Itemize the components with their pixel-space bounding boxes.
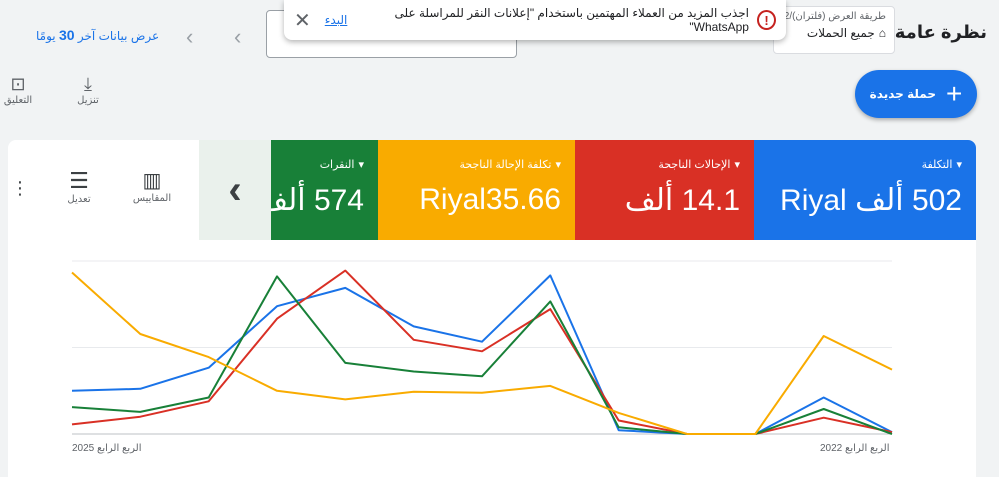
view-selector[interactable]: طريقة العرض (فلتران)/2 ⌂ جميع الحملات bbox=[773, 6, 895, 54]
metric-value: 14.1 ألف bbox=[624, 184, 740, 217]
series-line-2 bbox=[71, 275, 893, 435]
metric-value: 574 ألف bbox=[271, 184, 364, 217]
dropdown-icon: ▾ bbox=[358, 159, 364, 171]
alert-icon: ! bbox=[756, 10, 776, 30]
x-axis-start-label: الربع الرابع 2025 bbox=[72, 443, 142, 454]
dropdown-icon: ▾ bbox=[555, 159, 561, 171]
view-selector-value: جميع الحملات bbox=[806, 26, 875, 40]
metrics-button[interactable]: ▥ المقاييس bbox=[128, 168, 176, 204]
x-axis-end-label: الربع الرابع 2022 bbox=[820, 443, 890, 454]
download-button[interactable]: ⤓ تنزيل bbox=[68, 74, 108, 106]
chevron-left-icon: ‹ bbox=[228, 167, 242, 212]
plus-icon: + bbox=[945, 78, 963, 109]
dropdown-icon: ▾ bbox=[734, 159, 740, 171]
series-line-0 bbox=[71, 274, 893, 435]
scroll-tiles-button[interactable]: ‹ bbox=[199, 140, 271, 240]
previous-period-chevron-icon[interactable]: ‹ bbox=[234, 24, 241, 50]
comment-button[interactable]: ⊡ التعليق bbox=[0, 74, 36, 106]
more-options-icon[interactable]: ⋮ bbox=[8, 178, 32, 199]
metric-tile-clicks[interactable]: ▾ النقرات 574 ألف bbox=[271, 140, 378, 240]
performance-chart bbox=[71, 260, 893, 435]
series-line-3 bbox=[71, 271, 893, 435]
whatsapp-notification: ! اجذب المزيد من العملاء المهتمين باستخد… bbox=[284, 0, 786, 40]
last-30-days-link[interactable]: عرض بيانات آخر 30 يومًا bbox=[36, 27, 159, 43]
dropdown-icon: ▾ bbox=[956, 159, 962, 171]
adjust-button[interactable]: ☰ تعديل bbox=[56, 168, 102, 205]
metric-value: 502 ألف Riyal bbox=[780, 184, 962, 217]
campaigns-icon: ⌂ bbox=[878, 26, 886, 40]
view-selector-label: طريقة العرض (فلتران)/2 bbox=[783, 11, 886, 22]
close-icon[interactable]: ✕ bbox=[294, 8, 311, 33]
next-period-chevron-icon[interactable]: ‹ bbox=[186, 24, 193, 50]
get-started-link[interactable]: البدء bbox=[325, 13, 348, 27]
download-icon: ⤓ bbox=[84, 74, 92, 94]
metric-tile-cpa[interactable]: ▾ تكلفة الإحالة الناجحة Riyal35.66 bbox=[378, 140, 575, 240]
new-campaign-button[interactable]: + حملة جديدة bbox=[855, 70, 977, 118]
metric-tile-cost[interactable]: ▾ التكلفة 502 ألف Riyal bbox=[754, 140, 976, 240]
metric-tile-conversions[interactable]: ▾ الإحالات الناجحة 14.1 ألف bbox=[575, 140, 754, 240]
notification-message: اجذب المزيد من العملاء المهتمين باستخدام… bbox=[394, 6, 749, 34]
add-chart-icon: ▥ bbox=[142, 170, 162, 192]
page-title: نظرة عامة bbox=[894, 22, 987, 42]
comment-icon: ⊡ bbox=[10, 74, 26, 94]
metric-value: Riyal35.66 bbox=[419, 183, 561, 216]
tune-icon: ☰ bbox=[69, 168, 89, 193]
